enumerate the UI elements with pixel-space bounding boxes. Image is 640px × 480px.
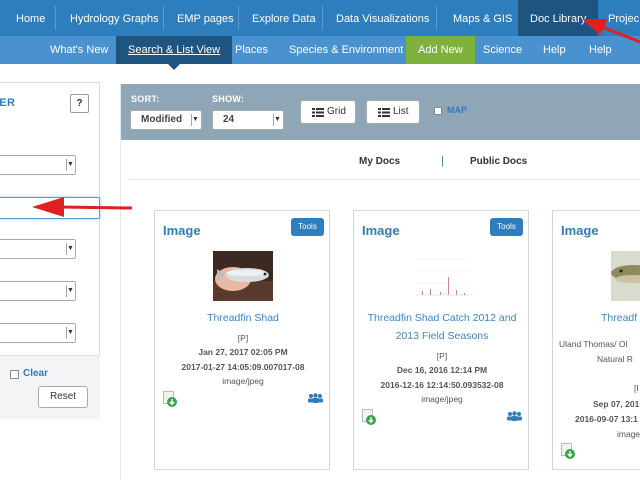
results-toolbar: SORT: Modified ▼ SHOW: 24 ▼ Grid List MA… <box>121 84 640 140</box>
card-tag: [P] <box>237 333 249 343</box>
download-icon[interactable] <box>362 409 376 425</box>
filter-help-button[interactable]: ? <box>70 94 89 113</box>
page: Home Hydrology Graphs EMP pages Explore … <box>0 0 640 480</box>
card-thumbnail[interactable] <box>611 251 640 301</box>
sort-label: SORT: <box>131 94 160 104</box>
doc-card[interactable]: Image Threadf Uland Thomas/ Ol Natural R… <box>552 210 640 470</box>
nav-divider <box>55 6 56 30</box>
tab-my-docs[interactable]: My Docs <box>359 156 400 167</box>
card-title-line-1[interactable]: Threadfin Shad Catch 2012 and <box>358 309 526 327</box>
grid-view-label: Grid <box>327 106 346 117</box>
card-title[interactable]: Threadf <box>601 309 640 327</box>
nav-explore-data[interactable]: Explore Data <box>252 0 316 36</box>
filter-panel: TER ? ▼ ▼ ▼ ▼ Clear Reset <box>0 82 100 419</box>
nav-divider <box>436 6 437 30</box>
chevron-down-icon: ▼ <box>191 114 199 126</box>
card-thumbnail[interactable] <box>213 251 273 301</box>
tab-public-docs[interactable]: Public Docs <box>470 156 527 167</box>
card-mime: image/jpeg <box>421 394 463 404</box>
card-type-label: Image <box>362 223 400 238</box>
filter-select[interactable]: ▼ <box>0 155 76 175</box>
nav-emp-pages[interactable]: EMP pages <box>177 0 234 36</box>
filter-footer: Clear Reset <box>0 355 100 419</box>
card-type-label: Image <box>163 223 201 238</box>
fish-image <box>611 251 640 301</box>
show-value: 24 <box>223 114 235 125</box>
nav-data-visualizations[interactable]: Data Visualizations <box>336 0 429 36</box>
chevron-down-icon: ▼ <box>66 159 74 171</box>
clear-label[interactable]: Clear <box>23 368 48 379</box>
clear-checkbox[interactable] <box>10 370 19 379</box>
card-type-label: Image <box>561 223 599 238</box>
map-label[interactable]: MAP <box>447 105 467 115</box>
show-select[interactable]: 24 ▼ <box>212 110 284 130</box>
chevron-down-icon: ▼ <box>66 243 74 255</box>
sort-value: Modified <box>141 114 183 125</box>
sort-select[interactable]: Modified ▼ <box>130 110 202 130</box>
filter-select[interactable]: ▼ <box>0 323 76 343</box>
subnav-science[interactable]: Science <box>483 36 522 64</box>
card-author-line-1: Uland Thomas/ Ol <box>559 339 628 349</box>
chevron-down-icon: ▼ <box>66 327 74 339</box>
list-view-label: List <box>393 106 409 117</box>
subnav-species-environment[interactable]: Species & Environment <box>289 36 403 64</box>
card-timestamp: 2016-12-16 12:14:50.093532-08 <box>380 380 504 390</box>
nav-divider <box>322 6 323 30</box>
subnav-add-new[interactable]: Add New <box>406 36 475 64</box>
group-icon <box>507 411 522 421</box>
card-timestamp: 2016-09-07 13:1 <box>575 414 638 424</box>
map-checkbox[interactable] <box>434 107 442 115</box>
top-nav: Home Hydrology Graphs EMP pages Explore … <box>0 0 640 36</box>
card-title[interactable]: Threadfin Shad <box>159 309 327 327</box>
subnav-places[interactable]: Places <box>235 36 268 64</box>
annotation-arrow-doc-library <box>582 19 640 44</box>
card-title-line-2[interactable]: 2013 Field Seasons <box>358 327 526 345</box>
download-icon[interactable] <box>561 443 575 459</box>
card-date: Sep 07, 201 <box>593 399 640 409</box>
list-view-button[interactable]: List <box>366 100 420 124</box>
show-label: SHOW: <box>212 94 245 104</box>
reset-button[interactable]: Reset <box>38 386 88 408</box>
doc-card[interactable]: Image Tools Threadfin Shad [P] Jan 27, 2… <box>154 210 330 470</box>
card-thumbnail[interactable] <box>412 251 472 301</box>
filter-title: TER <box>0 97 16 109</box>
subnav-help[interactable]: Help <box>543 36 566 64</box>
download-icon[interactable] <box>163 391 177 407</box>
sub-nav: What's New Search & List View Places Spe… <box>0 36 640 70</box>
filter-select[interactable]: ▼ <box>0 281 76 301</box>
card-timestamp: 2017-01-27 14:05:09.007017-08 <box>181 362 305 372</box>
group-icon <box>308 393 323 403</box>
grid-view-button[interactable]: Grid <box>300 100 356 124</box>
subnav-search-list-view[interactable]: Search & List View <box>116 36 233 70</box>
fish-in-hand-image <box>213 251 273 301</box>
chart-thumbnail-image <box>412 251 472 301</box>
nav-hydrology-graphs[interactable]: Hydrology Graphs <box>70 0 159 36</box>
doc-tabs: My Docs | Public Docs <box>129 140 640 180</box>
card-date: Jan 27, 2017 02:05 PM <box>198 347 288 357</box>
card-mime: image <box>617 429 640 439</box>
list-icon <box>378 108 390 117</box>
nav-divider <box>163 6 164 30</box>
annotation-arrow-left <box>32 197 133 217</box>
tab-separator: | <box>441 155 444 167</box>
tools-button[interactable]: Tools <box>291 218 324 236</box>
card-tag: [P] <box>436 351 448 361</box>
doc-card[interactable]: Image Tools Threadfin Shad Catch 2012 an… <box>353 210 529 470</box>
card-tag: [I <box>634 383 639 393</box>
chevron-down-icon: ▼ <box>273 114 281 126</box>
card-date: Dec 16, 2016 12:14 PM <box>396 365 488 375</box>
nav-divider <box>238 6 239 30</box>
card-author-line-2: Natural R <box>597 354 633 364</box>
tools-button[interactable]: Tools <box>490 218 523 236</box>
nav-maps-gis[interactable]: Maps & GIS <box>453 0 512 36</box>
nav-home[interactable]: Home <box>16 0 45 36</box>
filter-select[interactable]: ▼ <box>0 239 76 259</box>
chevron-down-icon: ▼ <box>66 285 74 297</box>
card-mime: image/jpeg <box>222 376 264 386</box>
grid-icon <box>312 108 324 117</box>
subnav-whats-new[interactable]: What's New <box>50 36 108 64</box>
